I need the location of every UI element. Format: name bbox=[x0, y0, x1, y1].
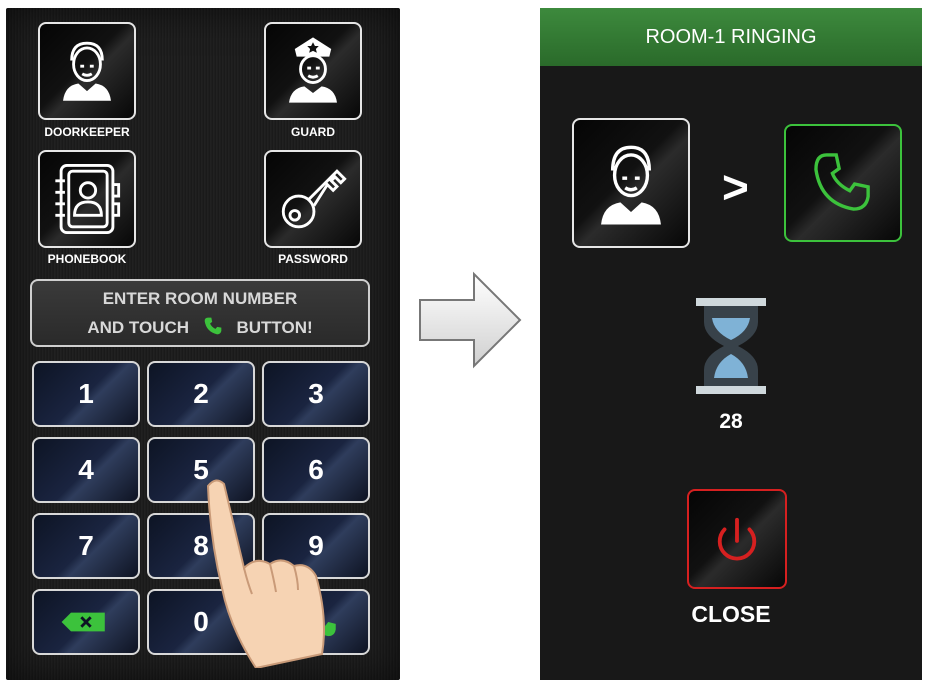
countdown-value: 28 bbox=[719, 410, 743, 433]
instruction-line-2-end: BUTTON! bbox=[236, 318, 313, 337]
transition-arrow-icon bbox=[419, 271, 522, 369]
doorkeeper-button[interactable] bbox=[38, 22, 136, 120]
key-1[interactable]: 1 bbox=[32, 361, 140, 427]
backspace-button[interactable] bbox=[32, 589, 140, 655]
instruction-line-2: AND TOUCH BUTTON! bbox=[32, 316, 368, 338]
instruction-line-1: ENTER ROOM NUMBER bbox=[102, 289, 298, 308]
calling-indicator bbox=[784, 124, 902, 242]
backspace-icon bbox=[61, 612, 105, 632]
phonebook-label: PHONEBOOK bbox=[47, 252, 127, 266]
doorkeeper-label: DOORKEEPER bbox=[44, 125, 130, 139]
key-2[interactable]: 2 bbox=[147, 361, 255, 427]
guard-button[interactable] bbox=[264, 22, 362, 120]
callee-avatar bbox=[572, 118, 690, 248]
close-label: CLOSE bbox=[691, 601, 771, 627]
close-call-button[interactable] bbox=[687, 489, 787, 589]
ringing-title: ROOM-1 RINGING bbox=[540, 8, 922, 66]
phone-icon bbox=[204, 317, 222, 335]
pointing-hand-icon bbox=[206, 479, 325, 668]
chevron-right-icon: > bbox=[722, 161, 749, 213]
key-7[interactable]: 7 bbox=[32, 513, 140, 579]
power-icon bbox=[717, 517, 757, 561]
instruction-panel: ENTER ROOM NUMBER AND TOUCH BUTTON! bbox=[30, 279, 370, 347]
password-label: PASSWORD bbox=[278, 252, 348, 266]
key-4[interactable]: 4 bbox=[32, 437, 140, 503]
phone-icon bbox=[814, 153, 870, 211]
doorkeeper-icon bbox=[63, 41, 111, 101]
key-3[interactable]: 3 bbox=[262, 361, 370, 427]
password-button[interactable] bbox=[264, 150, 362, 248]
ringing-screen: ROOM-1 RINGING > 28 CLOSE bbox=[540, 8, 922, 680]
phonebook-icon bbox=[55, 163, 121, 235]
hourglass-icon bbox=[696, 298, 766, 394]
keypad-screen: DOORKEEPER GUARD PHONEBOOK PASSWORD ENTE… bbox=[6, 8, 400, 680]
key-icon bbox=[281, 169, 347, 229]
guard-icon bbox=[289, 37, 337, 103]
doorkeeper-icon bbox=[601, 145, 661, 225]
phonebook-button[interactable] bbox=[38, 150, 136, 248]
guard-label: GUARD bbox=[291, 125, 335, 139]
instruction-line-2-start: AND TOUCH bbox=[87, 318, 190, 337]
